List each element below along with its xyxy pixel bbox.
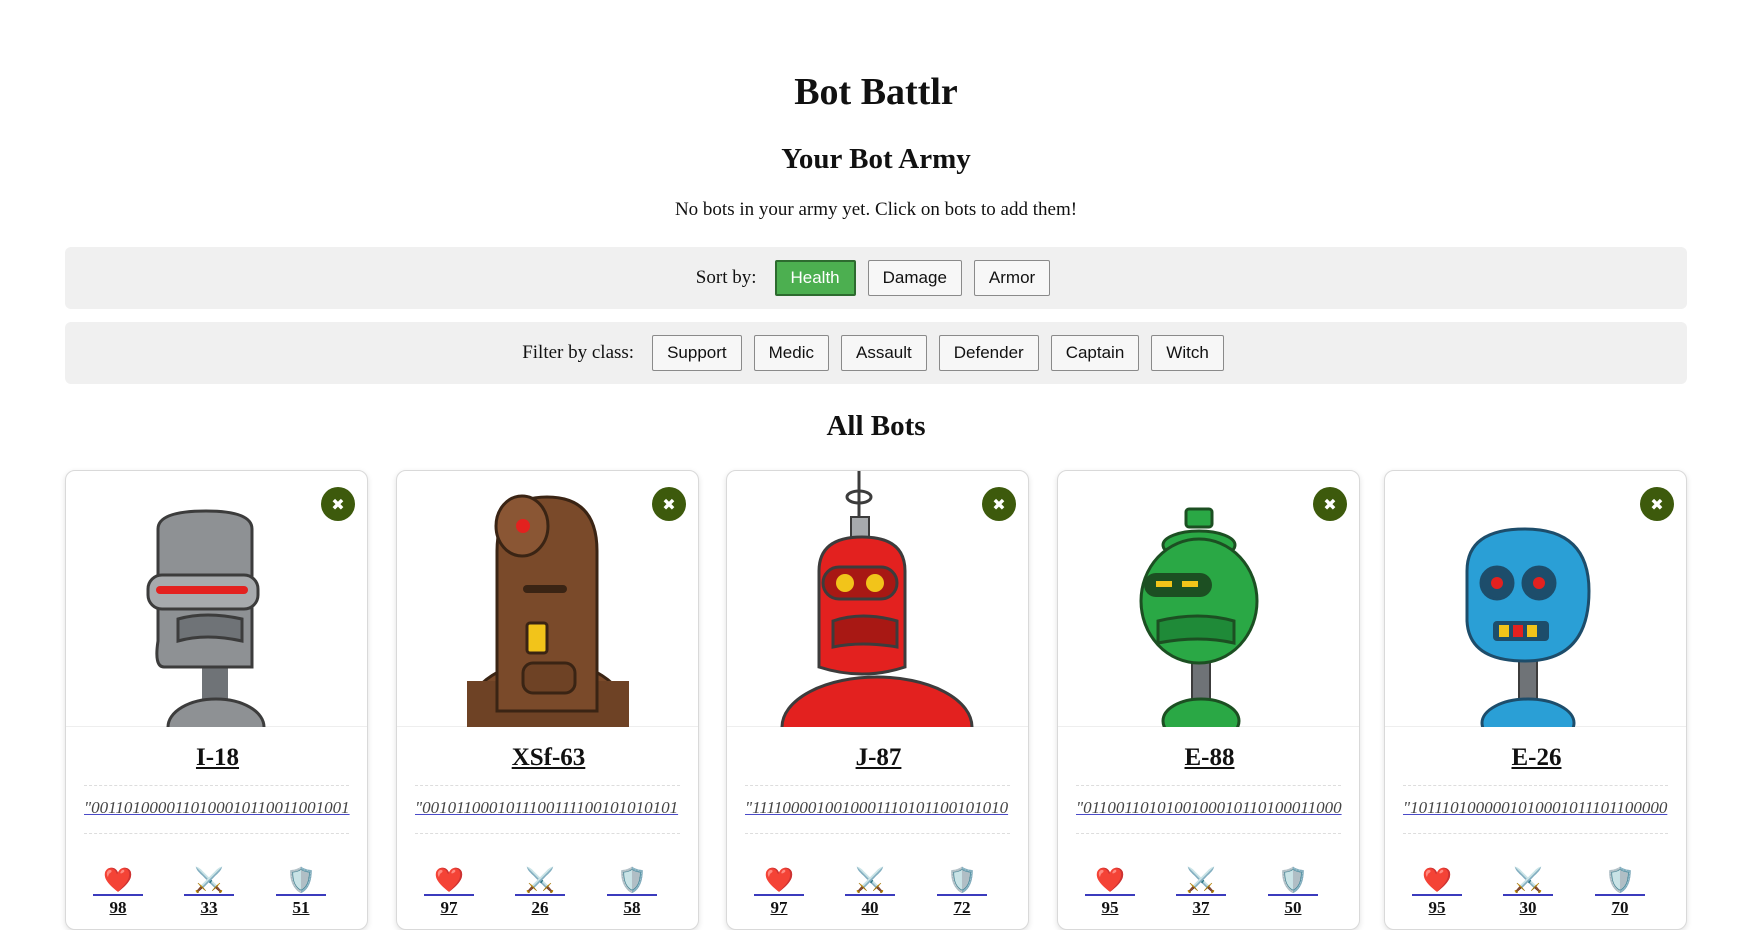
- divider: [1403, 833, 1668, 834]
- filter-captain-button[interactable]: Captain: [1050, 335, 1140, 371]
- bot-card-list: ✖ I-18 "0011010000110100010110011001001 …: [65, 470, 1687, 930]
- health-stat: ❤️ 98: [93, 866, 143, 918]
- damage-stat: ⚔️ 26: [515, 866, 565, 918]
- armor-stat: 🛡️ 50: [1268, 866, 1318, 918]
- bot-card[interactable]: ✖ E-26 "1011101000001010001011101100000 …: [1384, 470, 1687, 930]
- heart-icon: ❤️: [1085, 866, 1135, 896]
- armor-value: 58: [623, 898, 641, 917]
- filter-defender-button[interactable]: Defender: [938, 335, 1039, 371]
- bot-card[interactable]: ✖ XSf-63 "001011000101110011110010101010…: [396, 470, 699, 930]
- heart-icon: ❤️: [93, 866, 143, 896]
- bot-stats: ❤️ 97 ⚔️ 40 🛡️ 72: [727, 866, 1028, 926]
- divider: [745, 833, 1010, 834]
- bot-name[interactable]: XSf-63: [397, 744, 698, 772]
- armor-value: 72: [953, 898, 971, 917]
- bot-name[interactable]: E-88: [1058, 744, 1359, 772]
- health-stat: ❤️ 97: [424, 866, 474, 918]
- bot-stats: ❤️ 95 ⚔️ 37 🛡️ 50: [1058, 866, 1359, 926]
- armor-stat: 🛡️ 51: [276, 866, 326, 918]
- bot-name[interactable]: E-26: [1385, 744, 1686, 772]
- health-value: 98: [109, 898, 127, 917]
- damage-value: 33: [200, 898, 218, 917]
- army-heading: Your Bot Army: [781, 143, 971, 175]
- divider: [1076, 833, 1341, 834]
- filter-support-button[interactable]: Support: [652, 335, 742, 371]
- close-icon[interactable]: ✖: [321, 487, 355, 521]
- health-stat: ❤️ 95: [1412, 866, 1462, 918]
- crossed-swords-icon: ⚔️: [1503, 866, 1553, 896]
- bot-catchphrase: "0011010000110100010110011001001: [84, 798, 350, 817]
- damage-stat: ⚔️ 37: [1176, 866, 1226, 918]
- armor-stat: 🛡️ 70: [1595, 866, 1645, 918]
- shield-icon: 🛡️: [276, 866, 326, 896]
- divider: [1076, 785, 1341, 786]
- shield-icon: 🛡️: [1268, 866, 1318, 896]
- bot-card[interactable]: ✖ J-87 "1111000010010001110101100101010 …: [726, 470, 1029, 930]
- filter-bar: Filter by class: Support Medic Assault D…: [65, 322, 1687, 384]
- bot-stats: ❤️ 95 ⚔️ 30 🛡️ 70: [1385, 866, 1686, 926]
- sort-health-button[interactable]: Health: [774, 260, 856, 296]
- divider: [415, 833, 680, 834]
- damage-stat: ⚔️ 30: [1503, 866, 1553, 918]
- close-icon[interactable]: ✖: [982, 487, 1016, 521]
- filter-label: Filter by class:: [522, 342, 635, 363]
- damage-value: 26: [531, 898, 549, 917]
- damage-value: 40: [861, 898, 879, 917]
- bot-name[interactable]: I-18: [66, 744, 367, 772]
- armor-value: 50: [1284, 898, 1302, 917]
- bot-catchphrase: "1111000010010001110101100101010: [745, 798, 1009, 817]
- close-icon[interactable]: ✖: [1640, 487, 1674, 521]
- bot-catchphrase: "0110011010100100010110100011000: [1076, 798, 1342, 817]
- army-empty-message: No bots in your army yet. Click on bots …: [674, 199, 1078, 220]
- filter-medic-button[interactable]: Medic: [753, 335, 829, 371]
- close-icon[interactable]: ✖: [652, 487, 686, 521]
- divider: [415, 785, 680, 786]
- health-value: 97: [440, 898, 458, 917]
- heart-icon: ❤️: [754, 866, 804, 896]
- divider: [84, 833, 349, 834]
- divider: [745, 785, 1010, 786]
- crossed-swords-icon: ⚔️: [845, 866, 895, 896]
- divider: [84, 785, 349, 786]
- armor-stat: 🛡️ 58: [607, 866, 657, 918]
- app-title: Bot Battlr: [794, 71, 958, 113]
- damage-stat: ⚔️ 40: [845, 866, 895, 918]
- health-value: 95: [1428, 898, 1446, 917]
- health-value: 97: [770, 898, 788, 917]
- health-value: 95: [1101, 898, 1119, 917]
- health-stat: ❤️ 97: [754, 866, 804, 918]
- filter-assault-button[interactable]: Assault: [841, 335, 927, 371]
- app-root: Bot Battlr Your Bot Army No bots in your…: [0, 0, 1752, 930]
- filter-witch-button[interactable]: Witch: [1151, 335, 1224, 371]
- armor-stat: 🛡️ 72: [937, 866, 987, 918]
- divider: [1403, 785, 1668, 786]
- shield-icon: 🛡️: [937, 866, 987, 896]
- armor-value: 51: [292, 898, 310, 917]
- bot-card[interactable]: ✖ E-88 "0110011010100100010110100011000 …: [1057, 470, 1360, 930]
- bot-stats: ❤️ 98 ⚔️ 33 🛡️ 51: [66, 866, 367, 926]
- bot-catchphrase: "0010110001011100111100101010101: [415, 798, 679, 817]
- heart-icon: ❤️: [1412, 866, 1462, 896]
- bot-card[interactable]: ✖ I-18 "0011010000110100010110011001001 …: [65, 470, 368, 930]
- bot-catchphrase: "1011101000001010001011101100000: [1403, 798, 1668, 817]
- sort-label: Sort by:: [695, 267, 757, 288]
- bot-name[interactable]: J-87: [727, 744, 1028, 772]
- crossed-swords-icon: ⚔️: [1176, 866, 1226, 896]
- health-stat: ❤️ 95: [1085, 866, 1135, 918]
- heart-icon: ❤️: [424, 866, 474, 896]
- bot-stats: ❤️ 97 ⚔️ 26 🛡️ 58: [397, 866, 698, 926]
- close-icon[interactable]: ✖: [1313, 487, 1347, 521]
- crossed-swords-icon: ⚔️: [515, 866, 565, 896]
- damage-value: 30: [1519, 898, 1537, 917]
- shield-icon: 🛡️: [607, 866, 657, 896]
- damage-stat: ⚔️ 33: [184, 866, 234, 918]
- sort-damage-button[interactable]: Damage: [867, 260, 962, 296]
- sort-bar: Sort by: Health Damage Armor: [65, 247, 1687, 309]
- armor-value: 70: [1611, 898, 1629, 917]
- all-bots-heading: All Bots: [826, 410, 926, 442]
- damage-value: 37: [1192, 898, 1210, 917]
- shield-icon: 🛡️: [1595, 866, 1645, 896]
- crossed-swords-icon: ⚔️: [184, 866, 234, 896]
- sort-armor-button[interactable]: Armor: [973, 260, 1051, 296]
